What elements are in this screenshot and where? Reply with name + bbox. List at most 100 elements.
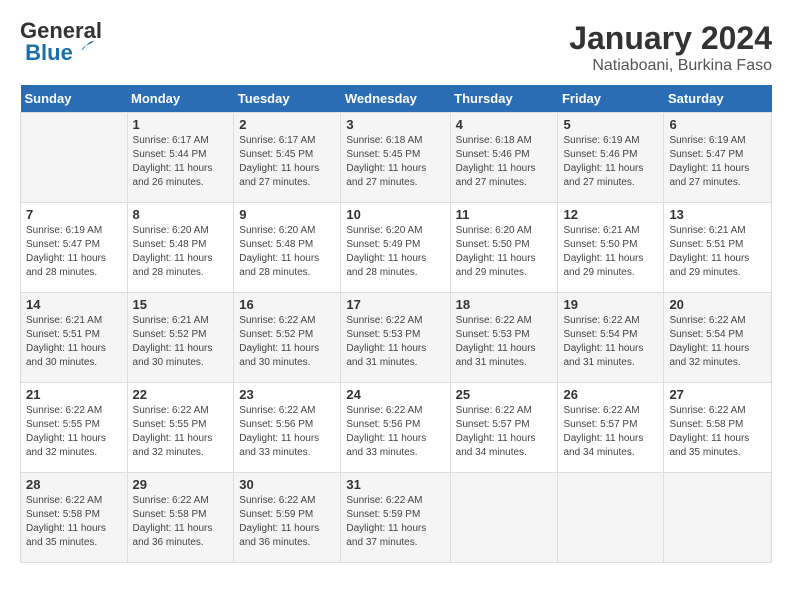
calendar-cell: 22 Sunrise: 6:22 AM Sunset: 5:55 PM Dayli… (127, 383, 234, 473)
day-number: 8 (133, 207, 229, 222)
calendar-week-row: 14Sunrise: 6:21 AM Sunset: 5:51 PM Dayli… (21, 293, 772, 383)
day-of-week-header: Thursday (450, 85, 558, 113)
day-info: Sunrise: 6:22 AM Sunset: 5:58 PM Dayligh… (133, 494, 229, 550)
day-number: 2 (239, 117, 335, 132)
day-number: 26 (563, 387, 658, 402)
calendar-cell (21, 113, 128, 203)
calendar-cell: 3 Sunrise: 6:18 AM Sunset: 5:45 PM Daylig… (341, 113, 450, 203)
day-info: Sunrise: 6:21 AM Sunset: 5:51 PM Dayligh… (26, 314, 122, 370)
calendar-cell: 10Sunrise: 6:20 AM Sunset: 5:49 PM Dayli… (341, 203, 450, 293)
calendar-cell (664, 473, 772, 563)
day-number: 18 (456, 297, 553, 312)
calendar-cell: 8 Sunrise: 6:20 AM Sunset: 5:48 PM Daylig… (127, 203, 234, 293)
calendar-week-row: 7Sunrise: 6:19 AM Sunset: 5:47 PM Daylig… (21, 203, 772, 293)
day-info: Sunrise: 6:20 AM Sunset: 5:50 PM Dayligh… (456, 224, 553, 280)
calendar-cell: 15 Sunrise: 6:21 AM Sunset: 5:52 PM Dayli… (127, 293, 234, 383)
day-info: Sunrise: 6:17 AM Sunset: 5:44 PM Dayligh… (133, 134, 229, 190)
day-info: Sunrise: 6:20 AM Sunset: 5:49 PM Dayligh… (346, 224, 444, 280)
day-number: 12 (563, 207, 658, 222)
day-number: 16 (239, 297, 335, 312)
location: Natiaboani, Burkina Faso (569, 57, 772, 75)
day-info: Sunrise: 6:21 AM Sunset: 5:51 PM Dayligh… (669, 224, 766, 280)
day-number: 6 (669, 117, 766, 132)
day-info: Sunrise: 6:19 AM Sunset: 5:46 PM Dayligh… (563, 134, 658, 190)
logo: General Blue (20, 20, 102, 64)
day-number: 25 (456, 387, 553, 402)
calendar-cell: 31 Sunrise: 6:22 AM Sunset: 5:59 PM Dayli… (341, 473, 450, 563)
day-of-week-header: Saturday (664, 85, 772, 113)
calendar-cell: 28Sunrise: 6:22 AM Sunset: 5:58 PM Dayli… (21, 473, 128, 563)
day-number: 11 (456, 207, 553, 222)
day-info: Sunrise: 6:22 AM Sunset: 5:59 PM Dayligh… (346, 494, 444, 550)
day-number: 4 (456, 117, 553, 132)
day-info: Sunrise: 6:22 AM Sunset: 5:57 PM Dayligh… (563, 404, 658, 460)
calendar-week-row: 28Sunrise: 6:22 AM Sunset: 5:58 PM Dayli… (21, 473, 772, 563)
calendar-cell: 16 Sunrise: 6:22 AM Sunset: 5:52 PM Dayli… (234, 293, 341, 383)
day-info: Sunrise: 6:19 AM Sunset: 5:47 PM Dayligh… (669, 134, 766, 190)
calendar-cell: 23Sunrise: 6:22 AM Sunset: 5:56 PM Dayli… (234, 383, 341, 473)
day-number: 22 (133, 387, 229, 402)
day-number: 24 (346, 387, 444, 402)
day-info: Sunrise: 6:22 AM Sunset: 5:55 PM Dayligh… (133, 404, 229, 460)
day-of-week-header: Tuesday (234, 85, 341, 113)
month-title: January 2024 (569, 20, 772, 57)
day-number: 30 (239, 477, 335, 492)
title-section: January 2024 Natiaboani, Burkina Faso (569, 20, 772, 75)
calendar-cell: 14Sunrise: 6:21 AM Sunset: 5:51 PM Dayli… (21, 293, 128, 383)
day-info: Sunrise: 6:22 AM Sunset: 5:59 PM Dayligh… (239, 494, 335, 550)
day-info: Sunrise: 6:18 AM Sunset: 5:45 PM Dayligh… (346, 134, 444, 190)
page-header: General Blue January 2024 Natiaboani, Bu… (20, 20, 772, 75)
day-info: Sunrise: 6:21 AM Sunset: 5:50 PM Dayligh… (563, 224, 658, 280)
day-number: 17 (346, 297, 444, 312)
calendar-cell: 18 Sunrise: 6:22 AM Sunset: 5:53 PM Dayli… (450, 293, 558, 383)
day-number: 13 (669, 207, 766, 222)
day-number: 27 (669, 387, 766, 402)
logo-bird-icon (75, 38, 97, 60)
calendar-cell: 24 Sunrise: 6:22 AM Sunset: 5:56 PM Dayli… (341, 383, 450, 473)
calendar-cell: 11 Sunrise: 6:20 AM Sunset: 5:50 PM Dayli… (450, 203, 558, 293)
day-number: 20 (669, 297, 766, 312)
calendar-cell: 6 Sunrise: 6:19 AM Sunset: 5:47 PM Daylig… (664, 113, 772, 203)
logo-blue: Blue (25, 42, 73, 64)
calendar-cell: 2Sunrise: 6:17 AM Sunset: 5:45 PM Daylig… (234, 113, 341, 203)
calendar-week-row: 21 Sunrise: 6:22 AM Sunset: 5:55 PM Dayli… (21, 383, 772, 473)
day-of-week-header: Monday (127, 85, 234, 113)
calendar-cell: 20 Sunrise: 6:22 AM Sunset: 5:54 PM Dayli… (664, 293, 772, 383)
calendar-cell: 12 Sunrise: 6:21 AM Sunset: 5:50 PM Dayli… (558, 203, 664, 293)
calendar-cell: 30 Sunrise: 6:22 AM Sunset: 5:59 PM Dayli… (234, 473, 341, 563)
day-info: Sunrise: 6:20 AM Sunset: 5:48 PM Dayligh… (239, 224, 335, 280)
calendar-header-row: SundayMondayTuesdayWednesdayThursdayFrid… (21, 85, 772, 113)
day-info: Sunrise: 6:22 AM Sunset: 5:54 PM Dayligh… (563, 314, 658, 370)
calendar-cell: 21 Sunrise: 6:22 AM Sunset: 5:55 PM Dayli… (21, 383, 128, 473)
calendar-cell: 7Sunrise: 6:19 AM Sunset: 5:47 PM Daylig… (21, 203, 128, 293)
calendar-cell: 27Sunrise: 6:22 AM Sunset: 5:58 PM Dayli… (664, 383, 772, 473)
day-of-week-header: Friday (558, 85, 664, 113)
day-of-week-header: Sunday (21, 85, 128, 113)
day-info: Sunrise: 6:20 AM Sunset: 5:48 PM Dayligh… (133, 224, 229, 280)
day-info: Sunrise: 6:22 AM Sunset: 5:52 PM Dayligh… (239, 314, 335, 370)
day-number: 9 (239, 207, 335, 222)
day-number: 15 (133, 297, 229, 312)
calendar-cell: 13 Sunrise: 6:21 AM Sunset: 5:51 PM Dayli… (664, 203, 772, 293)
day-number: 3 (346, 117, 444, 132)
day-info: Sunrise: 6:22 AM Sunset: 5:53 PM Dayligh… (456, 314, 553, 370)
day-info: Sunrise: 6:22 AM Sunset: 5:55 PM Dayligh… (26, 404, 122, 460)
calendar-cell (450, 473, 558, 563)
day-info: Sunrise: 6:22 AM Sunset: 5:54 PM Dayligh… (669, 314, 766, 370)
day-number: 21 (26, 387, 122, 402)
day-info: Sunrise: 6:22 AM Sunset: 5:57 PM Dayligh… (456, 404, 553, 460)
day-info: Sunrise: 6:21 AM Sunset: 5:52 PM Dayligh… (133, 314, 229, 370)
day-info: Sunrise: 6:18 AM Sunset: 5:46 PM Dayligh… (456, 134, 553, 190)
calendar-cell: 29Sunrise: 6:22 AM Sunset: 5:58 PM Dayli… (127, 473, 234, 563)
day-number: 5 (563, 117, 658, 132)
day-number: 1 (133, 117, 229, 132)
day-number: 23 (239, 387, 335, 402)
day-number: 31 (346, 477, 444, 492)
day-info: Sunrise: 6:22 AM Sunset: 5:53 PM Dayligh… (346, 314, 444, 370)
calendar-week-row: 1 Sunrise: 6:17 AM Sunset: 5:44 PM Daylig… (21, 113, 772, 203)
calendar-cell (558, 473, 664, 563)
calendar-cell: 4 Sunrise: 6:18 AM Sunset: 5:46 PM Daylig… (450, 113, 558, 203)
day-info: Sunrise: 6:22 AM Sunset: 5:56 PM Dayligh… (346, 404, 444, 460)
calendar-cell: 25 Sunrise: 6:22 AM Sunset: 5:57 PM Dayli… (450, 383, 558, 473)
calendar-cell: 19Sunrise: 6:22 AM Sunset: 5:54 PM Dayli… (558, 293, 664, 383)
